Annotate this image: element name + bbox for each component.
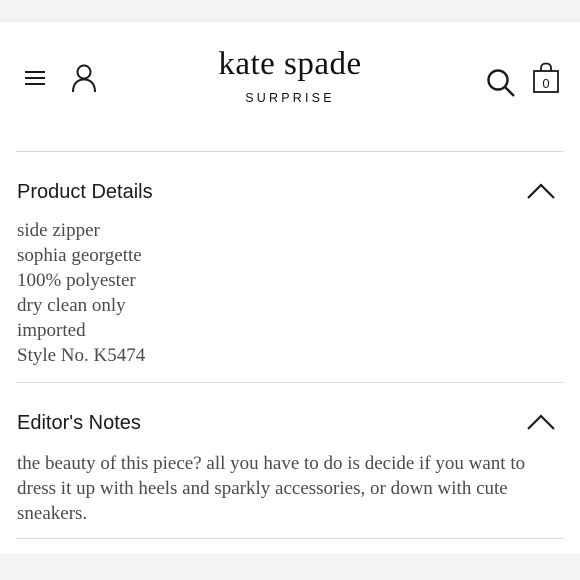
bottom-strip [0, 554, 580, 580]
search-icon[interactable] [486, 68, 516, 98]
divider [16, 382, 564, 383]
divider [16, 538, 564, 539]
editors-notes-text: the beauty of this piece? all you have t… [17, 453, 526, 524]
product-details-title[interactable]: Product Details [17, 181, 153, 204]
brand-logo[interactable]: kate spade [190, 46, 390, 83]
editors-notes-title[interactable]: Editor's Notes [17, 412, 141, 435]
divider [16, 151, 564, 152]
detail-line: 100% polyester [17, 270, 136, 291]
detail-line: imported [17, 320, 86, 341]
shopping-bag-button[interactable]: 0 [532, 62, 560, 94]
detail-line: sophia georgette [17, 245, 142, 266]
style-number: Style No. K5474 [17, 345, 146, 366]
detail-line: dry clean only [17, 295, 126, 316]
detail-line: side zipper [17, 220, 100, 241]
chevron-up-icon[interactable] [526, 413, 556, 431]
chevron-up-icon[interactable] [526, 182, 556, 200]
top-strip [0, 0, 580, 22]
bag-count: 0 [542, 76, 550, 91]
site-header: kate spade SURPRISE 0 [0, 22, 580, 134]
user-icon[interactable] [70, 63, 98, 93]
brand-subtitle: SURPRISE [245, 91, 335, 105]
hamburger-menu-icon[interactable] [24, 69, 46, 87]
product-info-panel: Product Details side zipper sophia georg… [0, 134, 580, 554]
